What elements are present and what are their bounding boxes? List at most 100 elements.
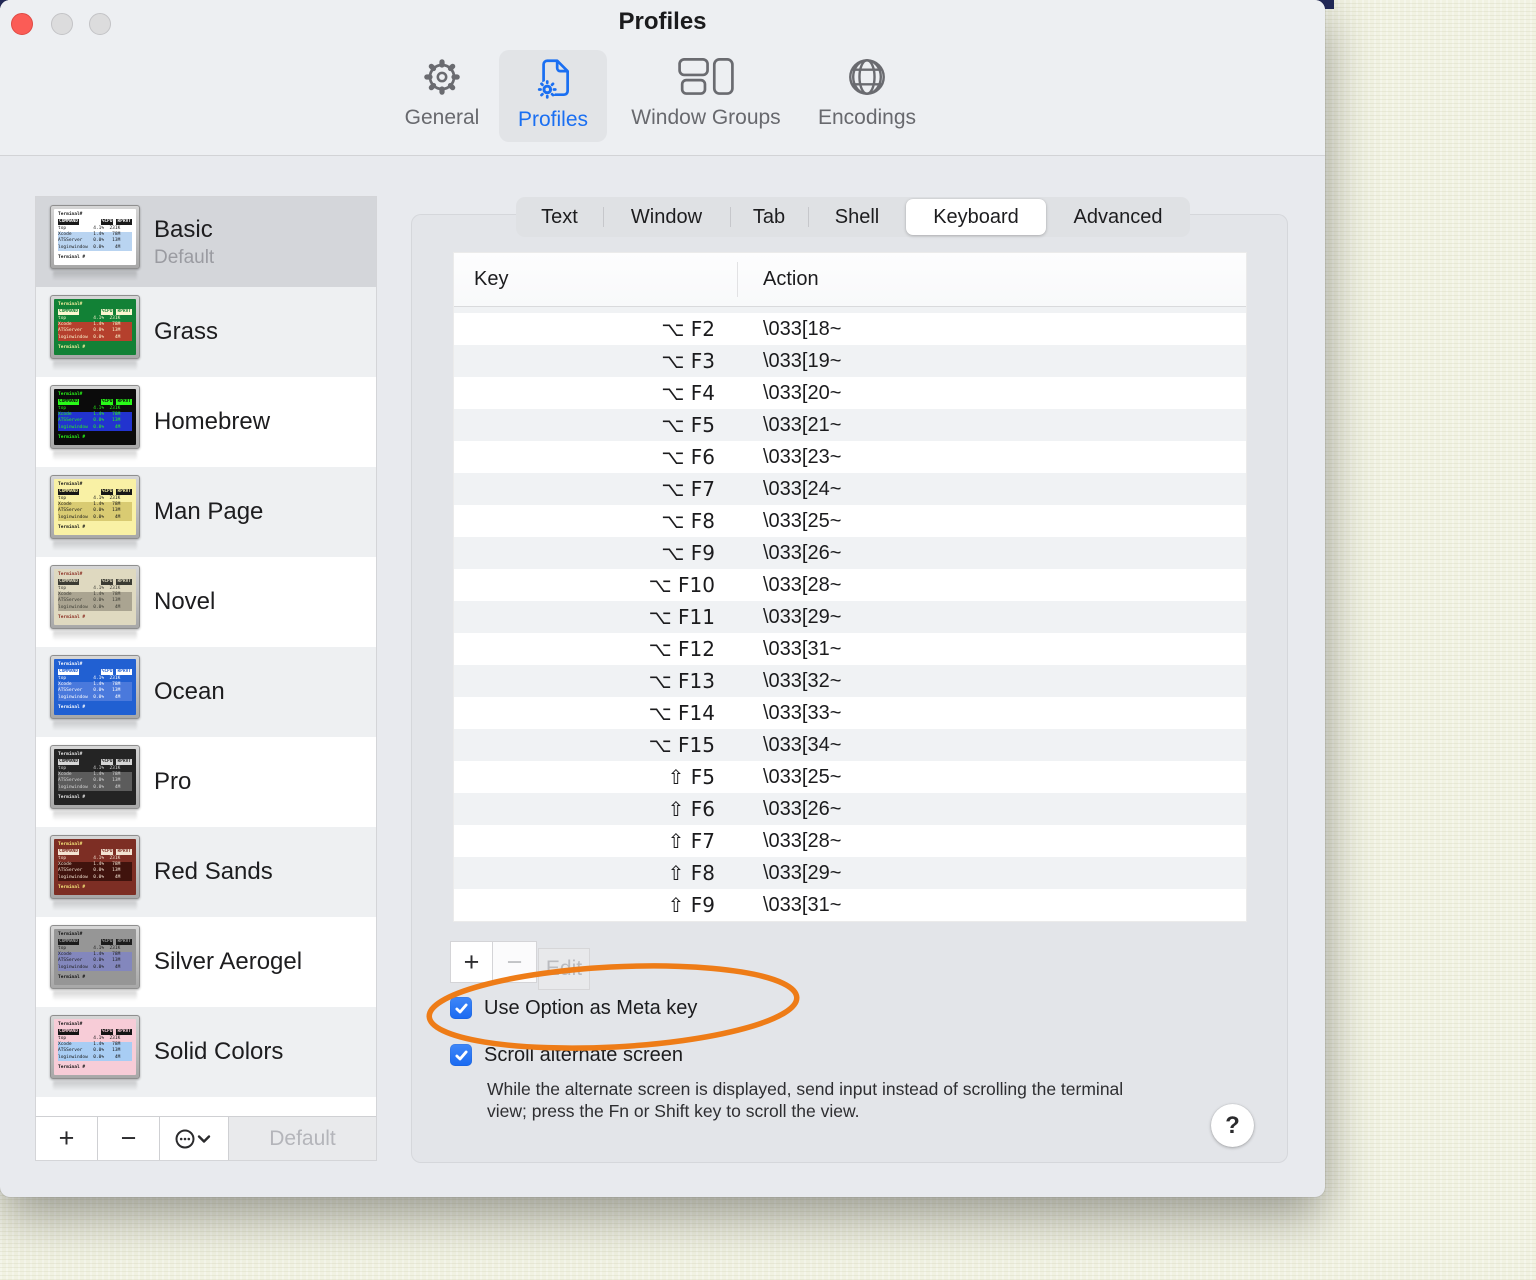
key-cell: ⇧ F9 bbox=[667, 893, 715, 917]
table-row[interactable]: ⌥ F8 \033[25~ bbox=[454, 505, 1246, 537]
key-cell: ⇧ F6 bbox=[667, 797, 715, 821]
profile-tab[interactable]: Advanced bbox=[1046, 197, 1190, 237]
table-row[interactable]: ⇧ F5 \033[25~ bbox=[454, 761, 1246, 793]
key-cell: ⇧ F7 bbox=[667, 829, 715, 853]
profile-name: Ocean bbox=[154, 678, 225, 705]
table-row[interactable]: ⌥ F10 \033[28~ bbox=[454, 569, 1246, 601]
key-cell: ⌥ F12 bbox=[648, 637, 715, 661]
thumbnail-reflection bbox=[53, 540, 137, 550]
profile-tab[interactable]: Keyboard bbox=[906, 199, 1046, 235]
table-row[interactable]: ⌥ F4 \033[20~ bbox=[454, 377, 1246, 409]
default-button[interactable]: Default bbox=[229, 1117, 376, 1160]
table-row[interactable]: ⌥ F7 \033[24~ bbox=[454, 473, 1246, 505]
action-cell: \033[23~ bbox=[763, 445, 842, 468]
profile-list-item[interactable]: Terminal# COMMAND %CPU RPRVT top 4.1% 23… bbox=[36, 197, 376, 287]
profile-name: Basic bbox=[154, 215, 213, 243]
table-row[interactable]: ⌥ F9 \033[26~ bbox=[454, 537, 1246, 569]
profile-tab[interactable]: Shell bbox=[808, 197, 906, 237]
key-mapping-table: Key Action ⌥ F2 \033[18~ ⌥ F3 \033[19~ ⌥… bbox=[453, 252, 1247, 922]
toolbar-item-general[interactable]: General bbox=[396, 50, 488, 142]
profile-list-item[interactable]: Terminal# COMMAND %CPU RPRVT top 4.1% 23… bbox=[36, 287, 376, 377]
key-cell: ⌥ F14 bbox=[648, 701, 715, 725]
profile-name: Novel bbox=[154, 588, 216, 615]
profile-list-item[interactable]: Terminal# COMMAND %CPU RPRVT top 4.1% 23… bbox=[36, 467, 376, 557]
table-row[interactable]: ⌥ F5 \033[21~ bbox=[454, 409, 1246, 441]
window-groups-icon bbox=[677, 50, 735, 104]
toolbar-label: Encodings bbox=[817, 106, 917, 129]
thumbnail-reflection bbox=[53, 720, 137, 730]
toolbar-item-profiles[interactable]: Profiles bbox=[499, 50, 607, 142]
table-row[interactable]: ⌥ F11 \033[29~ bbox=[454, 601, 1246, 633]
checkbox-label: Use Option as Meta key bbox=[484, 996, 698, 1019]
toolbar: General Profiles Window Groups Encodings bbox=[0, 50, 1325, 146]
action-cell: \033[26~ bbox=[763, 541, 842, 564]
titlebar: Profiles General Profiles Window Groups … bbox=[0, 0, 1325, 156]
table-row[interactable]: ⇧ F7 \033[28~ bbox=[454, 825, 1246, 857]
checkmark-icon bbox=[454, 1050, 468, 1060]
edit-key-button[interactable]: Edit bbox=[538, 948, 590, 990]
key-cell: ⇧ F8 bbox=[667, 861, 715, 885]
table-row[interactable]: ⌥ F13 \033[32~ bbox=[454, 665, 1246, 697]
column-header-action[interactable]: Action bbox=[737, 268, 1246, 291]
globe-icon bbox=[844, 50, 890, 104]
toolbar-item-encodings[interactable]: Encodings bbox=[806, 50, 928, 142]
action-cell: \033[20~ bbox=[763, 381, 842, 404]
key-cell: ⇧ F5 bbox=[667, 765, 715, 789]
remove-profile-button[interactable]: − bbox=[98, 1117, 160, 1160]
toolbar-item-window-groups[interactable]: Window Groups bbox=[618, 50, 794, 142]
profile-tab[interactable]: Text bbox=[516, 197, 603, 237]
key-cell: ⌥ F9 bbox=[661, 541, 715, 565]
profile-subtitle: Default bbox=[154, 246, 215, 268]
action-cell: \033[32~ bbox=[763, 669, 842, 692]
thumbnail-reflection bbox=[53, 810, 137, 820]
table-row[interactable]: ⇧ F9 \033[31~ bbox=[454, 889, 1246, 921]
checkbox-row[interactable]: Scroll alternate screen bbox=[450, 1043, 697, 1067]
help-button[interactable]: ? bbox=[1211, 1104, 1254, 1147]
column-divider[interactable] bbox=[737, 262, 738, 297]
thumbnail-reflection bbox=[53, 360, 137, 370]
checkbox-checked[interactable] bbox=[450, 997, 472, 1019]
table-row[interactable]: ⌥ F15 \033[34~ bbox=[454, 729, 1246, 761]
checkmark-icon bbox=[454, 1003, 468, 1013]
profile-list-item[interactable]: Terminal# COMMAND %CPU RPRVT top 4.1% 23… bbox=[36, 827, 376, 917]
profile-tab[interactable]: Window bbox=[603, 197, 730, 237]
gear-icon bbox=[419, 50, 465, 104]
profile-name: Man Page bbox=[154, 498, 264, 525]
profile-list-item[interactable]: Terminal# COMMAND %CPU RPRVT top 4.1% 23… bbox=[36, 377, 376, 467]
preferences-window: Profiles General Profiles Window Groups … bbox=[0, 0, 1325, 1197]
action-cell: \033[29~ bbox=[763, 861, 842, 884]
profile-list-item[interactable]: Terminal# COMMAND %CPU RPRVT top 4.1% 23… bbox=[36, 647, 376, 737]
toolbar-label: Window Groups bbox=[631, 106, 781, 129]
key-cell: ⌥ F5 bbox=[661, 413, 715, 437]
more-options-button[interactable] bbox=[160, 1117, 229, 1160]
table-row[interactable]: ⌥ F2 \033[18~ bbox=[454, 313, 1246, 345]
table-row[interactable]: ⌥ F3 \033[19~ bbox=[454, 345, 1246, 377]
remove-key-button[interactable]: − bbox=[492, 941, 537, 983]
profile-thumbnail: Terminal# COMMAND %CPU RPRVT top 4.1% 23… bbox=[50, 294, 140, 370]
key-cell: ⌥ F11 bbox=[648, 605, 715, 629]
checkbox-checked[interactable] bbox=[450, 1044, 472, 1066]
profile-list-item[interactable]: Terminal# COMMAND %CPU RPRVT top 4.1% 23… bbox=[36, 557, 376, 647]
table-row[interactable]: ⇧ F8 \033[29~ bbox=[454, 857, 1246, 889]
key-cell: ⌥ F13 bbox=[648, 669, 715, 693]
profile-thumbnail: Terminal# COMMAND %CPU RPRVT top 4.1% 23… bbox=[50, 204, 140, 280]
action-cell: \033[18~ bbox=[763, 317, 842, 340]
profile-thumbnail: Terminal# COMMAND %CPU RPRVT top 4.1% 23… bbox=[50, 654, 140, 730]
table-row[interactable]: ⇧ F6 \033[26~ bbox=[454, 793, 1246, 825]
profile-tab[interactable]: Tab bbox=[730, 197, 808, 237]
add-profile-button[interactable]: + bbox=[36, 1117, 98, 1160]
table-row[interactable]: ⌥ F14 \033[33~ bbox=[454, 697, 1246, 729]
checkbox-row[interactable]: Use Option as Meta key bbox=[450, 996, 697, 1020]
profile-thumbnail: Terminal# COMMAND %CPU RPRVT top 4.1% 23… bbox=[50, 564, 140, 640]
column-header-key[interactable]: Key bbox=[454, 268, 737, 291]
profile-thumbnail: Terminal# COMMAND %CPU RPRVT top 4.1% 23… bbox=[50, 474, 140, 550]
table-row[interactable]: ⌥ F6 \033[23~ bbox=[454, 441, 1246, 473]
profile-list-item[interactable]: Terminal# COMMAND %CPU RPRVT top 4.1% 23… bbox=[36, 917, 376, 1007]
profile-list-item[interactable]: Terminal# COMMAND %CPU RPRVT top 4.1% 23… bbox=[36, 737, 376, 827]
add-key-button[interactable]: + bbox=[450, 941, 493, 983]
action-cell: \033[26~ bbox=[763, 797, 842, 820]
profile-name: Homebrew bbox=[154, 408, 271, 435]
profile-name: Silver Aerogel bbox=[154, 948, 303, 975]
table-row[interactable]: ⌥ F12 \033[31~ bbox=[454, 633, 1246, 665]
profile-list-item[interactable]: Terminal# COMMAND %CPU RPRVT top 4.1% 23… bbox=[36, 1007, 376, 1097]
